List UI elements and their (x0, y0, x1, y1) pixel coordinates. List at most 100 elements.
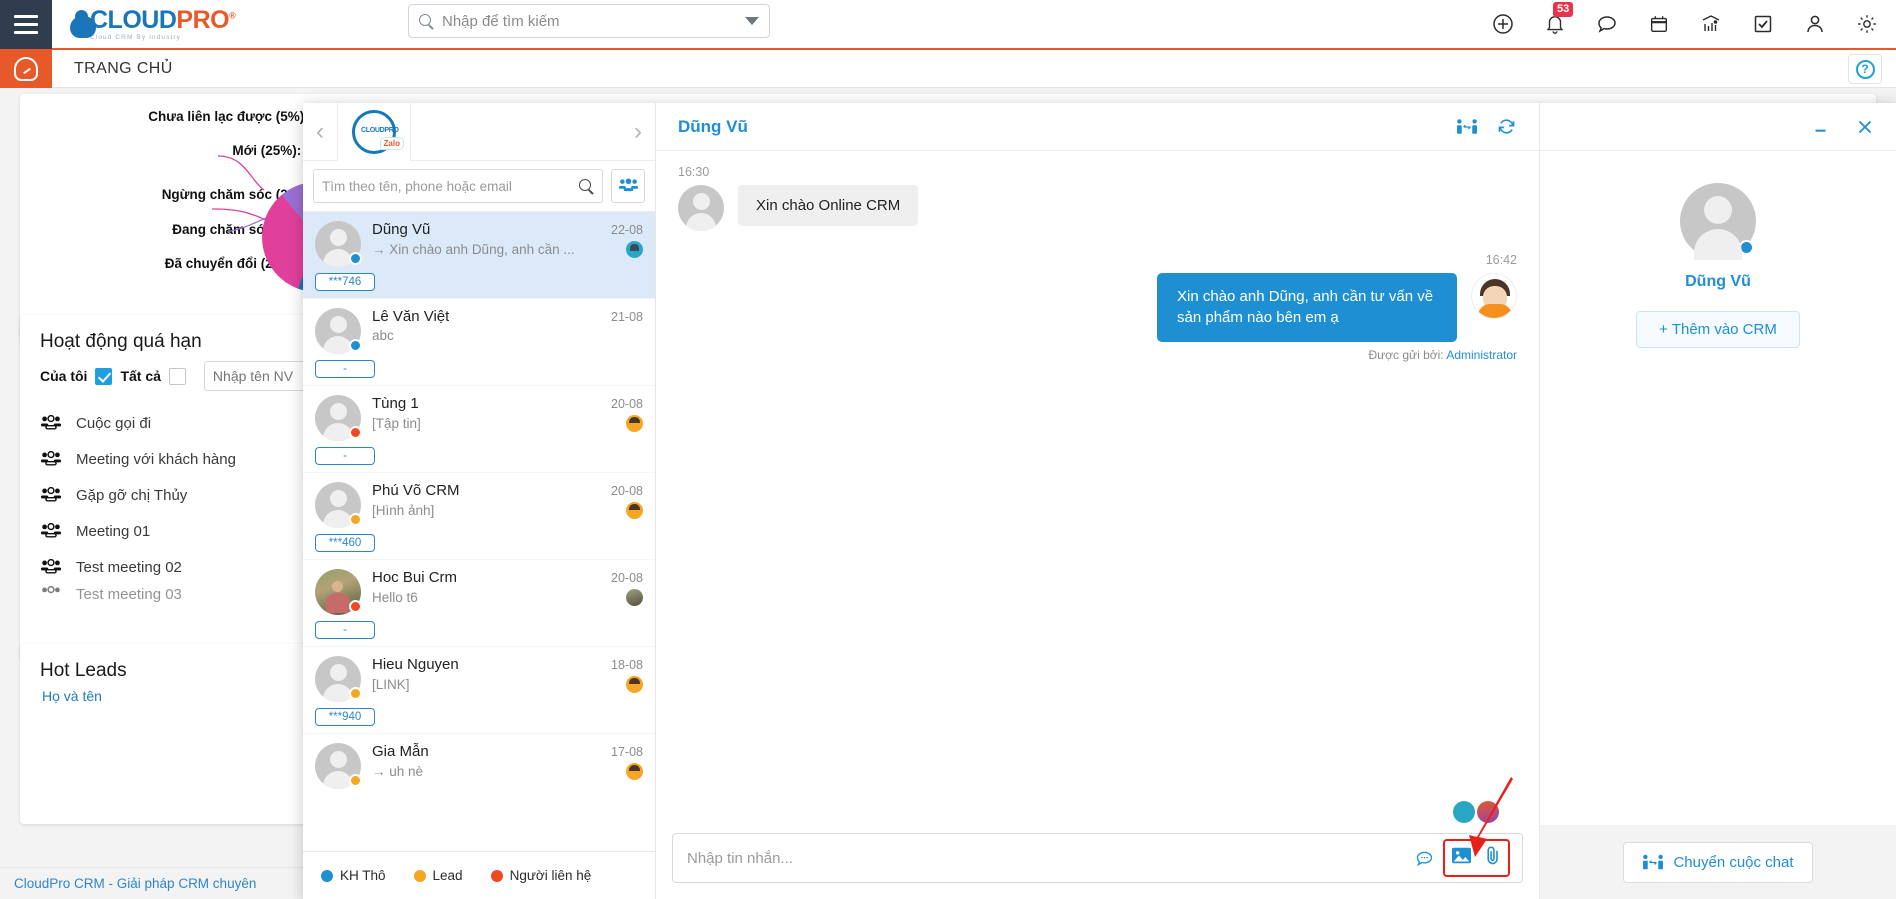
zalo-account-tab[interactable]: CLOUDPRO Zalo (337, 102, 411, 161)
contact-name: Tùng 1 (372, 395, 419, 412)
dashboard-tab-button[interactable] (0, 49, 52, 88)
hamburger-menu-button[interactable] (0, 0, 52, 49)
transfer-chat-button[interactable]: Chuyển cuộc chat (1623, 841, 1813, 883)
gear-icon[interactable] (1854, 11, 1880, 37)
footer-link[interactable]: CloudPro CRM - Giải pháp CRM chuyên (14, 876, 256, 891)
attach-file-icon[interactable] (1484, 845, 1502, 871)
status-badge[interactable]: - (315, 447, 375, 465)
contact-list: Dũng Vũ 22-08 → Xin chào anh Dũng, anh c… (303, 212, 655, 851)
status-badge[interactable]: ***746 (315, 273, 375, 291)
calendar-icon[interactable] (1646, 11, 1672, 37)
contact-row-body: Lê Văn Việt 21-08 abc (372, 308, 643, 354)
list-item-label: Gặp gỡ chị Thủy (76, 486, 188, 504)
list-item[interactable]: Gia Mẫn 17-08 → uh nè (303, 734, 655, 796)
contact-row-top: Tùng 1 20-08 [Tập tin] (315, 395, 643, 441)
chat-bubble-icon[interactable] (1594, 11, 1620, 37)
quick-reply-glyph (1416, 851, 1433, 866)
contact-detail-body: Dũng Vũ + Thêm vào CRM (1540, 151, 1896, 825)
list-item-label: Test meeting 02 (76, 558, 182, 576)
contact-preview-line: abc (372, 328, 643, 343)
incoming-message: Xin chào Online CRM (678, 185, 1517, 231)
bell-icon[interactable]: 53 (1542, 2, 1574, 37)
legend-item: Người liên hệ (490, 868, 592, 883)
contacts-panel: ‹ CLOUDPRO Zalo › Tìm theo tên, phone ho… (303, 102, 656, 899)
contact-row-body: Tùng 1 20-08 [Tập tin] (372, 395, 643, 441)
zalo-logo-text: CLOUDPRO (361, 126, 399, 134)
handover-icon (1457, 118, 1477, 134)
contact-search-input[interactable] (322, 178, 579, 194)
help-button[interactable]: ? (1848, 54, 1882, 84)
contact-name-line: Lê Văn Việt 21-08 (372, 308, 643, 325)
chart-icon[interactable] (1698, 11, 1724, 37)
list-item-label: Cuộc gọi đi (76, 414, 152, 432)
status-dot (349, 600, 362, 613)
image-glyph (1452, 847, 1471, 864)
handover-icon (1643, 854, 1664, 869)
legend-label: Người liên hệ (509, 868, 592, 883)
brand-part-cloud: CLOUD (90, 5, 177, 34)
search-input[interactable] (442, 12, 739, 30)
transfer-chat-icon[interactable] (1456, 117, 1478, 137)
status-badge[interactable]: ***940 (315, 708, 375, 726)
status-badge[interactable]: - (315, 621, 375, 639)
avatar (1471, 273, 1517, 319)
group-icon (40, 414, 62, 430)
message-timestamp: 16:42 (1485, 253, 1517, 267)
contact-row-body: Gia Mẫn 17-08 → uh nè (372, 743, 643, 789)
status-badge[interactable]: - (315, 360, 375, 378)
message-input[interactable] (687, 849, 1414, 867)
chat-widget: ‹ CLOUDPRO Zalo › Tìm theo tên, phone ho… (303, 102, 1896, 899)
image-upload-icon[interactable] (1451, 846, 1472, 870)
composer-icon-group (1414, 839, 1510, 877)
app-logo[interactable]: CLOUDPRO® Cloud CRM By Industry (70, 5, 236, 41)
message-composer[interactable] (672, 833, 1523, 883)
quick-reply-icon[interactable] (1414, 848, 1435, 869)
list-item[interactable]: Lê Văn Việt 21-08 abc - (303, 299, 655, 386)
search-icon[interactable] (579, 178, 594, 194)
avatar (315, 308, 362, 354)
contact-preview-line: [Hình ảnh] (372, 502, 643, 519)
chevron-right-icon[interactable]: › (621, 103, 655, 161)
list-item[interactable]: Phú Võ CRM 20-08 [Hình ảnh] ***460 (303, 473, 655, 560)
contact-name-line: Dũng Vũ 22-08 (372, 221, 643, 238)
add-to-crm-button[interactable]: + Thêm vào CRM (1636, 311, 1800, 348)
sent-by-name: Administrator (1446, 347, 1517, 362)
contact-date: 20-08 (611, 571, 643, 585)
plus-circle-icon[interactable] (1490, 11, 1516, 37)
transfer-chat-label: Chuyển cuộc chat (1673, 853, 1794, 871)
contact-preview: Hello t6 (372, 590, 418, 605)
list-item-label: Meeting với khách hàng (76, 450, 236, 468)
contact-preview: → uh nè (372, 764, 424, 779)
status-dot (349, 252, 362, 265)
checkbox-icon[interactable] (1750, 11, 1776, 37)
contact-search-box[interactable] (313, 169, 603, 203)
contact-preview: → Xin chào anh Dũng, anh cần ... (372, 242, 575, 257)
contact-row-top: Lê Văn Việt 21-08 abc (315, 308, 643, 354)
chevron-down-icon[interactable] (745, 17, 759, 25)
all-checkbox[interactable] (168, 367, 186, 385)
chevron-left-icon[interactable]: ‹ (303, 103, 337, 161)
refresh-icon[interactable] (1496, 116, 1517, 137)
close-button[interactable] (1854, 116, 1876, 138)
top-navigation-bar: CLOUDPRO® Cloud CRM By Industry 53 (0, 0, 1896, 50)
contact-name-line: Hoc Bui Crm 20-08 (372, 569, 643, 586)
add-group-button[interactable] (611, 169, 645, 203)
minimize-button[interactable] (1810, 116, 1832, 138)
list-item[interactable]: Hieu Nguyen 18-08 [LINK] ***940 (303, 647, 655, 734)
status-dot (349, 339, 362, 352)
global-search[interactable] (408, 4, 770, 38)
person-icon[interactable] (1802, 11, 1828, 37)
legend-label: KH Thô (340, 868, 386, 883)
contact-name: Hoc Bui Crm (372, 569, 458, 586)
list-item-label: Meeting 01 (76, 522, 151, 540)
minimize-icon (1815, 129, 1826, 132)
list-item[interactable]: Tùng 1 20-08 [Tập tin] - (303, 386, 655, 473)
brand-part-pro: PRO (176, 5, 230, 34)
mine-checkbox[interactable] (95, 367, 113, 385)
contact-name: Lê Văn Việt (372, 308, 450, 325)
conversation-panel: Dũng Vũ 16:30 Xin chào Online CRM 16:42 … (656, 103, 1540, 899)
list-item[interactable]: Hoc Bui Crm 20-08 Hello t6 - (303, 560, 655, 647)
pie-label: Chưa liên lạc được (5%): 8 (148, 109, 320, 124)
status-badge[interactable]: ***460 (315, 534, 375, 552)
list-item[interactable]: Dũng Vũ 22-08 → Xin chào anh Dũng, anh c… (303, 212, 655, 299)
